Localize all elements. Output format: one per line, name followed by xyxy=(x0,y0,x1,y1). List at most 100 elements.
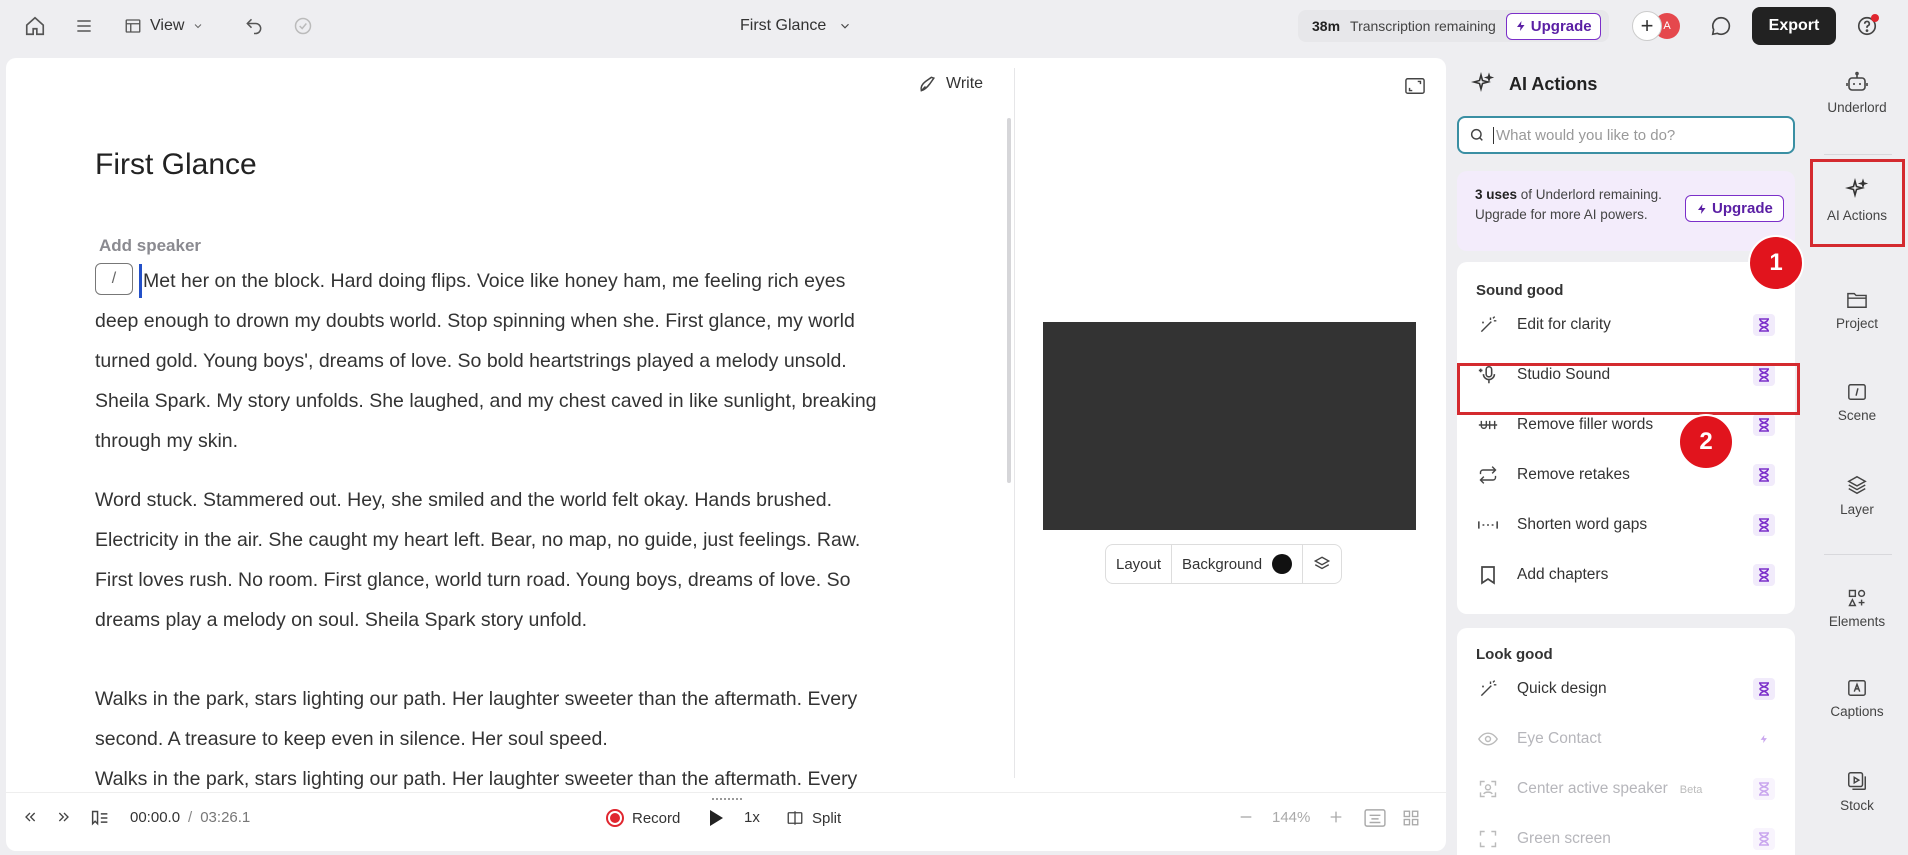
split-button[interactable]: Split xyxy=(786,809,841,827)
layers-button[interactable] xyxy=(1303,545,1341,583)
comment-icon[interactable] xyxy=(1707,12,1735,40)
rail-item-captions[interactable]: Captions xyxy=(1806,678,1908,719)
undo-icon[interactable] xyxy=(240,12,268,40)
rail-label: Scene xyxy=(1837,408,1877,423)
write-label: Write xyxy=(946,75,984,92)
current-time: 00:00.0 xyxy=(130,809,181,826)
lightning-icon xyxy=(1516,21,1525,31)
captions-icon xyxy=(1848,680,1866,696)
bookmark-icon xyxy=(1477,564,1499,586)
view-menu-button[interactable]: View xyxy=(124,12,204,40)
transcript-paragraph[interactable]: Walks in the park, stars lighting our pa… xyxy=(95,679,975,759)
transcript-paragraph[interactable]: Word stuck. Stammered out. Hey, she smil… xyxy=(95,480,975,640)
record-icon xyxy=(606,809,624,827)
background-label: Background xyxy=(1182,555,1263,573)
scene-controls: Layout Background xyxy=(1105,544,1343,584)
rail-item-scene[interactable]: Scene xyxy=(1806,382,1908,423)
export-button[interactable]: Export xyxy=(1752,7,1836,45)
home-icon[interactable] xyxy=(21,12,49,40)
editor-card: Write First Glance Add speaker / Met her… xyxy=(6,58,1446,851)
pen-icon xyxy=(920,76,936,92)
upgrade-button[interactable]: Upgrade xyxy=(1505,12,1601,40)
drag-handle[interactable] xyxy=(712,798,742,802)
grid-view-icon[interactable] xyxy=(1402,809,1420,827)
action-label-text: Center active speaker xyxy=(1517,780,1668,797)
wand-icon xyxy=(1477,314,1499,336)
background-color-swatch xyxy=(1272,554,1293,574)
transcript-line[interactable]: Word stuck. Stammered out. Hey, she smil… xyxy=(95,480,975,520)
transcript-line[interactable]: Electricity in the air. She caught my he… xyxy=(95,520,975,560)
transcript-line[interactable]: turned gold. Young boys', dreams of love… xyxy=(95,341,975,381)
transcript-line[interactable]: second. A treasure to keep even in silen… xyxy=(95,719,975,759)
transcript-line[interactable]: Walks in the park, stars lighting our pa… xyxy=(95,679,975,719)
transcript-line[interactable]: deep enough to drown my doubts world. St… xyxy=(95,301,975,341)
action-edit-for-clarity[interactable]: Edit for clarity xyxy=(1457,302,1795,348)
write-button[interactable]: Write xyxy=(918,74,983,94)
add-speaker-button[interactable]: Add speaker xyxy=(99,236,201,256)
highlight-studio-sound xyxy=(1457,363,1800,415)
plus-icon[interactable]: + xyxy=(1632,11,1662,41)
align-view-icon[interactable] xyxy=(1364,809,1386,827)
menu-icon[interactable] xyxy=(70,12,98,40)
transcript-scrollbar[interactable] xyxy=(1007,118,1011,483)
wand-icon xyxy=(1477,678,1499,700)
rail-label: Captions xyxy=(1830,704,1884,719)
record-label: Record xyxy=(632,809,681,827)
eye-icon xyxy=(1477,728,1499,750)
rail-item-underlord[interactable]: Underlord xyxy=(1806,70,1908,115)
action-center-active-speaker[interactable]: Center active speaker Beta xyxy=(1457,766,1795,812)
zoom-out-icon[interactable] xyxy=(1238,809,1254,825)
time-separator: / xyxy=(188,809,193,826)
ai-search-box[interactable] xyxy=(1457,116,1795,154)
transcript-line[interactable]: Sheila Spark. My story unfolds. She laug… xyxy=(95,381,975,421)
rail-item-stock[interactable]: Stock xyxy=(1806,770,1908,813)
rail-item-elements[interactable]: Elements xyxy=(1806,588,1908,629)
folder-icon xyxy=(1847,292,1867,308)
check-circle-icon[interactable] xyxy=(289,12,317,40)
expand-icon[interactable] xyxy=(1404,76,1428,98)
skip-back-icon[interactable] xyxy=(22,809,38,825)
document-title-dropdown[interactable]: First Glance xyxy=(740,12,852,40)
action-shorten-word-gaps[interactable]: Shorten word gaps xyxy=(1457,502,1795,548)
document-title: First Glance xyxy=(740,17,827,34)
transcript-title[interactable]: First Glance xyxy=(95,148,257,182)
record-button[interactable]: Record xyxy=(606,809,680,827)
step-badge-2: 2 xyxy=(1678,414,1734,470)
pane-divider[interactable] xyxy=(1014,68,1015,778)
action-label: Remove filler words xyxy=(1517,416,1654,433)
background-button[interactable]: Background xyxy=(1172,545,1304,583)
panel-header: AI Actions xyxy=(1471,72,1597,96)
hourglass-icon xyxy=(1753,828,1775,850)
action-green-screen[interactable]: Green screen xyxy=(1457,816,1795,855)
transcription-time: 38m xyxy=(1312,18,1341,34)
chapters-list-icon[interactable] xyxy=(90,809,110,827)
skip-forward-icon[interactable] xyxy=(56,809,72,825)
rail-label: Elements xyxy=(1828,614,1886,629)
zoom-level: 144% xyxy=(1272,809,1311,826)
transcript-line[interactable]: Met her on the block. Hard doing flips. … xyxy=(95,261,975,301)
layout-button[interactable]: Layout xyxy=(1106,545,1173,583)
action-add-chapters[interactable]: Add chapters xyxy=(1457,552,1795,598)
panel-title: AI Actions xyxy=(1509,73,1598,94)
transcript-line[interactable]: dreams play a melody on soul. Sheila Spa… xyxy=(95,600,975,640)
transcript-paragraph[interactable]: Met her on the block. Hard doing flips. … xyxy=(95,261,975,461)
ai-search-input[interactable] xyxy=(1493,126,1773,144)
rail-item-project[interactable]: Project xyxy=(1806,290,1908,331)
rail-label: Project xyxy=(1835,316,1879,331)
upgrade-label: Upgrade xyxy=(1530,17,1592,35)
action-quick-design[interactable]: Quick design xyxy=(1457,666,1795,712)
action-eye-contact[interactable]: Eye Contact xyxy=(1457,716,1795,762)
invite-collaborator[interactable]: + A xyxy=(1632,10,1688,42)
view-label: View xyxy=(150,17,185,34)
promo-upgrade-button[interactable]: Upgrade xyxy=(1685,195,1784,222)
transcript-line[interactable]: First loves rush. No room. First glance,… xyxy=(95,560,975,600)
video-preview[interactable] xyxy=(1043,322,1416,530)
playback-speed[interactable]: 1x xyxy=(744,809,760,826)
action-label: Eye Contact xyxy=(1517,730,1602,747)
rail-item-layer[interactable]: Layer xyxy=(1806,474,1908,517)
action-remove-retakes[interactable]: Remove retakes xyxy=(1457,452,1795,498)
transcript-line[interactable]: through my skin. xyxy=(95,421,975,461)
play-icon[interactable] xyxy=(708,809,724,827)
help-icon[interactable] xyxy=(1853,12,1881,40)
zoom-in-icon[interactable] xyxy=(1328,809,1344,825)
